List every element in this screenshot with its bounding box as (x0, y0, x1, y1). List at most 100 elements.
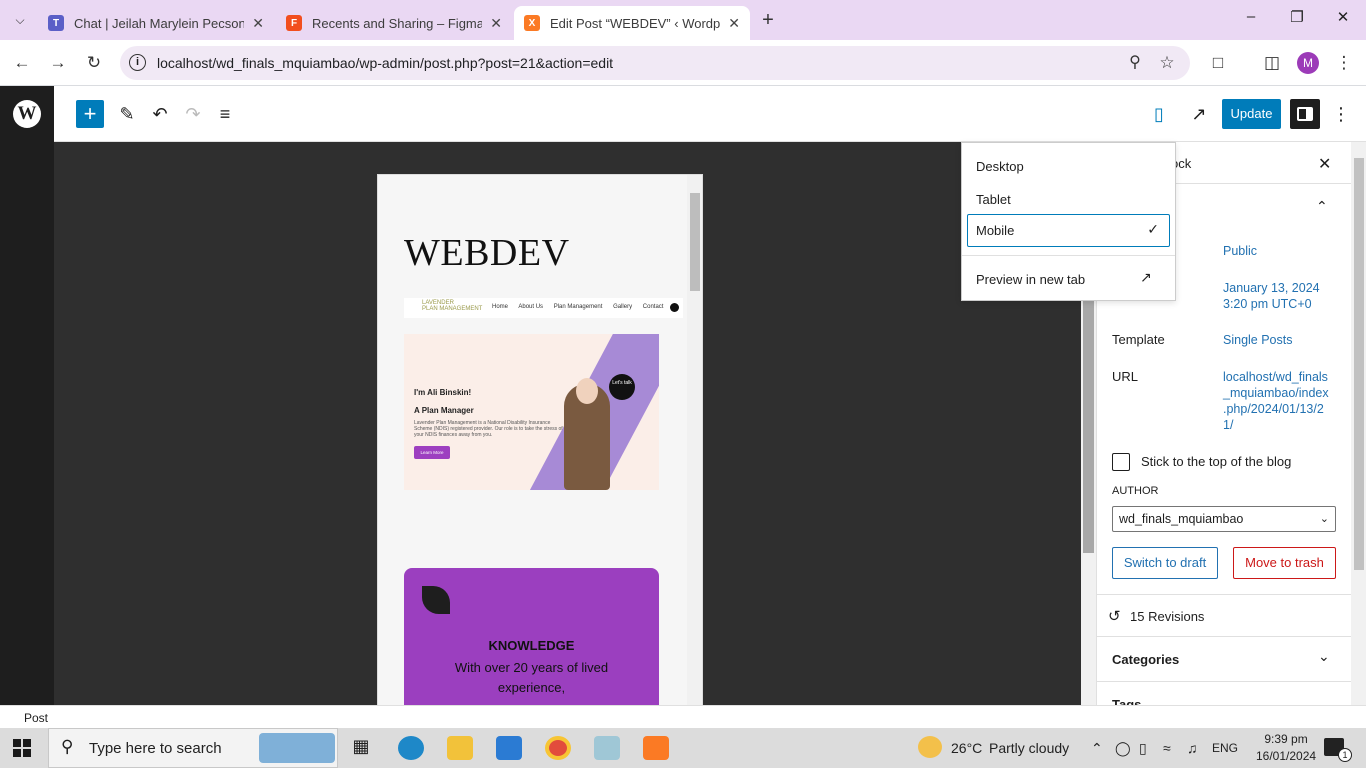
taskbar-search-box[interactable]: ⚲ Type here to search (48, 728, 338, 768)
tab-title: Chat | Jeilah Marylein Pecson | M (74, 15, 245, 31)
bookmark-star-icon[interactable]: ☆ (1156, 52, 1178, 74)
browser-tab-figma[interactable]: F Recents and Sharing – Figma ✕ (276, 6, 512, 40)
visibility-value[interactable]: Public (1223, 243, 1257, 259)
device-preview-mobile-icon[interactable]: ▯ (1145, 100, 1173, 128)
editor-footer-breadcrumb: Post (0, 705, 1366, 728)
clock[interactable]: 9:39 pm 16/01/2024 (1256, 731, 1316, 765)
lets-talk-bubble: Let's talk (609, 374, 635, 400)
mail-icon[interactable] (496, 736, 522, 760)
back-icon[interactable]: ← (11, 52, 33, 74)
close-tab-icon[interactable]: ✕ (490, 15, 502, 32)
new-tab-icon[interactable]: + (757, 9, 779, 31)
revisions-link[interactable]: 15 Revisions (1130, 609, 1204, 624)
side-panel-icon[interactable]: ◫ (1261, 52, 1283, 74)
task-view-icon[interactable]: ▦ (348, 736, 374, 760)
hero-greeting: I'm Ali Binskin! (414, 388, 472, 397)
chevron-down-icon: ⌄ (1319, 513, 1329, 525)
mini-nav-home: Home (492, 304, 509, 310)
close-window-icon[interactable]: ✕ (1320, 8, 1366, 32)
hero-image[interactable]: Let's talk I'm Ali Binskin! A Plan Manag… (404, 334, 659, 490)
figma-icon: F (286, 15, 302, 31)
forward-icon[interactable]: → (47, 52, 69, 74)
editor-canvas: WEBDEV LAVENDER PLAN MANAGEMENT Home Abo… (0, 142, 1096, 714)
reload-icon[interactable]: ↻ (83, 52, 105, 74)
card-title: KNOWLEDGE (488, 638, 575, 653)
canvas-left-gutter (0, 142, 54, 705)
chevron-down-icon[interactable]: ⌄ (1318, 648, 1330, 665)
categories-panel-toggle[interactable]: Categories (1112, 652, 1179, 667)
options-menu-icon[interactable]: ⋮ (1327, 100, 1355, 128)
browser-toolbar: ← → ↻ i localhost/wd_finals_mquiambao/wp… (0, 40, 1366, 86)
settings-toggle-icon[interactable] (1290, 99, 1320, 129)
preview-tablet-option[interactable]: Tablet (976, 192, 1011, 207)
check-icon: ✓ (1147, 221, 1159, 237)
teams-icon: T (48, 15, 64, 31)
knowledge-card[interactable]: KNOWLEDGE With over 20 years of lived ex… (404, 568, 659, 713)
file-explorer-icon[interactable] (447, 736, 473, 760)
chrome-menu-icon[interactable]: ⋮ (1333, 52, 1355, 74)
close-tab-icon[interactable]: ✕ (252, 15, 264, 32)
minimize-icon[interactable]: – (1228, 8, 1274, 32)
document-overview-icon[interactable]: ≡ (211, 100, 239, 128)
move-to-trash-button[interactable]: Move to trash (1233, 547, 1336, 579)
sticky-label: Stick to the top of the blog (1141, 454, 1292, 469)
view-post-external-icon[interactable]: ↗ (1185, 100, 1213, 128)
language-indicator[interactable]: ENG (1212, 741, 1238, 755)
card-text-line: With over 20 years of lived experience, (454, 660, 609, 695)
wifi-icon[interactable]: ≈ (1163, 740, 1171, 756)
browser-tab-teams[interactable]: T Chat | Jeilah Marylein Pecson | M ✕ (38, 6, 274, 40)
mini-nav-gallery: Gallery (613, 304, 633, 310)
breadcrumb-post[interactable]: Post (24, 711, 48, 725)
tags-panel-toggle[interactable]: Tags (1112, 697, 1141, 705)
site-info-icon[interactable]: i (129, 54, 146, 71)
profile-avatar[interactable]: M (1297, 52, 1319, 74)
preview-scrollbar[interactable] (687, 175, 702, 713)
xampp-taskbar-icon[interactable] (643, 736, 669, 760)
address-bar[interactable]: i localhost/wd_finals_mquiambao/wp-admin… (120, 46, 1190, 80)
battery-icon[interactable]: ▯ (1139, 740, 1147, 757)
chevron-up-icon[interactable]: ⌃ (1316, 198, 1328, 215)
url-text[interactable]: localhost/wd_finals_mquiambao/wp-admin/p… (157, 55, 613, 71)
weather-icon[interactable] (918, 736, 942, 758)
url-line: .php/2024/01/13/2 (1223, 402, 1324, 416)
tools-pencil-icon[interactable]: ✎ (113, 100, 141, 128)
add-block-button[interactable]: + (76, 100, 104, 128)
meet-icon[interactable]: ◯ (1115, 740, 1131, 757)
windows-start-icon[interactable] (13, 739, 31, 757)
chrome-icon[interactable] (545, 736, 571, 760)
close-tab-icon[interactable]: ✕ (728, 15, 740, 32)
undo-icon[interactable]: ↶ (146, 100, 174, 128)
show-hidden-icons-icon[interactable]: ⌃ (1091, 740, 1103, 757)
preview-mobile-option[interactable]: Mobile ✓ (967, 214, 1170, 247)
sidebar-scrollbar[interactable] (1351, 142, 1366, 705)
template-value[interactable]: Single Posts (1223, 332, 1292, 348)
post-url-value[interactable]: localhost/wd_finals _mquiambao/index .ph… (1223, 369, 1329, 433)
tab-search-chevron-icon[interactable]: ⌵ (9, 9, 31, 31)
weather-desc[interactable]: Partly cloudy (989, 740, 1069, 756)
post-title[interactable]: WEBDEV (404, 231, 570, 275)
volume-icon[interactable]: ♫ (1187, 740, 1198, 756)
weather-temp[interactable]: 26°C (951, 740, 982, 756)
author-select[interactable]: wd_finals_mquiambao ⌄ (1112, 506, 1336, 532)
close-sidebar-icon[interactable]: ✕ (1318, 154, 1331, 174)
wordpress-logo-icon[interactable]: W (0, 86, 54, 142)
mini-nav-contact: Contact (642, 304, 664, 310)
xampp-icon: X (524, 15, 540, 31)
browser-tab-strip: ⌵ T Chat | Jeilah Marylein Pecson | M ✕ … (0, 0, 1366, 40)
edge-icon[interactable] (398, 736, 424, 760)
preview-desktop-option[interactable]: Desktop (976, 159, 1024, 174)
restore-icon[interactable]: ❐ (1274, 8, 1320, 32)
tab-title: Edit Post “WEBDEV” ‹ Wordpres (550, 15, 721, 31)
app-icon[interactable] (594, 736, 620, 760)
update-button[interactable]: Update (1222, 99, 1281, 129)
publish-date-value[interactable]: January 13, 2024 3:20 pm UTC+0 (1223, 280, 1320, 312)
browser-tab-wordpress[interactable]: X Edit Post “WEBDEV” ‹ Wordpres ✕ (514, 6, 750, 40)
search-placeholder: Type here to search (89, 740, 222, 757)
editor-header: W + ✎ ↶ ↷ ≡ ▯ ↗ Update ⋮ (0, 86, 1366, 142)
sticky-checkbox[interactable] (1112, 453, 1130, 471)
extensions-icon[interactable]: □ (1207, 52, 1229, 74)
switch-to-draft-button[interactable]: Switch to draft (1112, 547, 1218, 579)
preview-new-tab-option[interactable]: Preview in new tab (976, 272, 1085, 287)
menu-divider (962, 255, 1175, 256)
zoom-icon[interactable]: ⚲ (1124, 52, 1146, 74)
